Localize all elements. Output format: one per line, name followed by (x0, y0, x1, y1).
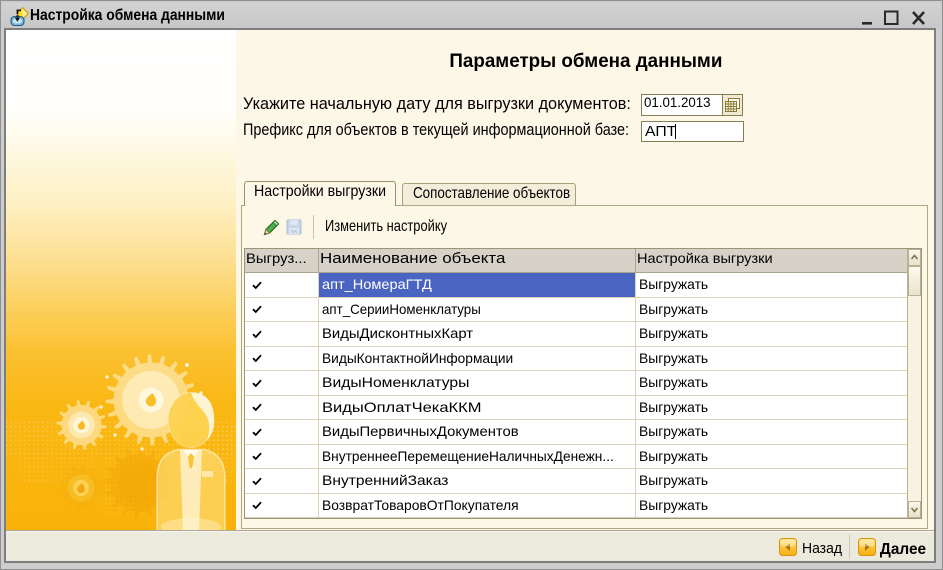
svg-text:OK: OK (291, 229, 298, 234)
